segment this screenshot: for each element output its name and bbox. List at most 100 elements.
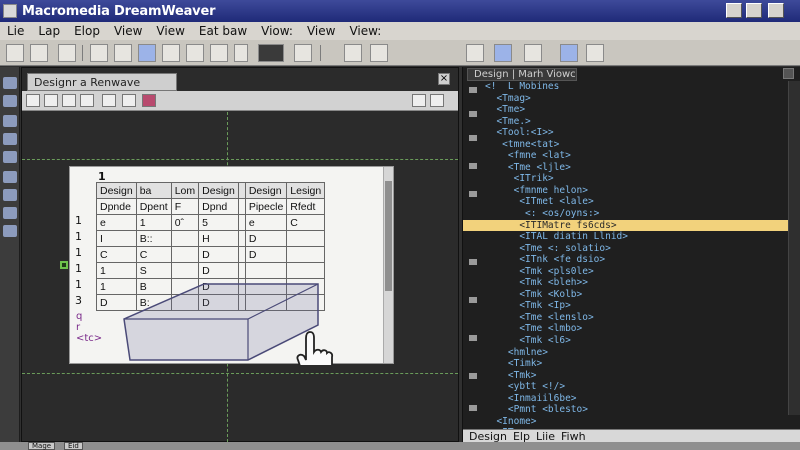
menu-item[interactable]: View: [107, 24, 149, 38]
menu-item[interactable]: View: [149, 24, 191, 38]
frame-icon[interactable]: [122, 94, 136, 107]
link-icon[interactable]: [586, 44, 604, 62]
table-cell[interactable]: [237, 198, 246, 215]
code-line[interactable]: <Tmk <Ip>: [485, 300, 785, 312]
table-cell[interactable]: D: [198, 278, 239, 295]
table-cell[interactable]: C: [135, 246, 172, 263]
status-tab[interactable]: Eid: [64, 442, 83, 450]
table-cell[interactable]: e: [96, 214, 137, 231]
refresh-icon[interactable]: [294, 44, 312, 62]
page-icon[interactable]: [44, 94, 58, 107]
code-line[interactable]: <Timk>: [485, 358, 785, 370]
header-cell[interactable]: Lesign: [286, 182, 326, 199]
code-line[interactable]: <: <os/oyns:>: [485, 208, 785, 220]
move-icon[interactable]: [258, 44, 284, 62]
code-line[interactable]: <! L Mobines: [485, 81, 785, 93]
code-line[interactable]: <fmne <lat>: [485, 150, 785, 162]
save-icon[interactable]: [58, 44, 76, 62]
table-cell[interactable]: D: [96, 294, 137, 311]
eye-tool-icon[interactable]: [3, 207, 17, 219]
code-line[interactable]: <Tme.>: [485, 116, 785, 128]
code-line[interactable]: <Tmag>: [485, 93, 785, 105]
layout-table[interactable]: Design ba Lom Design Design Lesign Dpnde…: [96, 182, 326, 311]
maximize-button[interactable]: [746, 3, 762, 18]
table-cell[interactable]: 1: [96, 278, 137, 295]
table-cell[interactable]: Dpent: [135, 198, 172, 215]
code-line[interactable]: <Inome>: [485, 416, 785, 428]
table-cell[interactable]: [170, 278, 200, 295]
table-cell[interactable]: [286, 262, 326, 279]
menu-item[interactable]: Elop: [67, 24, 107, 38]
table-cell[interactable]: [244, 262, 288, 279]
view-tab[interactable]: Fiwh: [561, 430, 586, 443]
close-code-tab-button[interactable]: [783, 68, 794, 79]
view-tab[interactable]: Liie: [536, 430, 555, 443]
code-line[interactable]: <Tmk <l6>: [485, 335, 785, 347]
table-cell[interactable]: B:: [135, 294, 172, 311]
table-cell[interactable]: [237, 278, 246, 295]
edit-icon[interactable]: [430, 94, 444, 107]
header-cell[interactable]: Design: [198, 182, 239, 199]
code-line[interactable]: <ITmet <lale>: [485, 196, 785, 208]
table-cell[interactable]: Rfedt: [286, 198, 326, 215]
copy-icon[interactable]: [62, 94, 76, 107]
new-doc-icon[interactable]: [26, 94, 40, 107]
code-line[interactable]: <Tmk <Kolb>: [485, 289, 785, 301]
code-line[interactable]: <ITrik>: [485, 173, 785, 185]
table-cell[interactable]: 1: [135, 214, 172, 231]
table-cell[interactable]: [170, 246, 200, 263]
table-cell[interactable]: H: [198, 230, 239, 247]
code-line[interactable]: <ITnk <fe dsio>: [485, 254, 785, 266]
code-line[interactable]: <Tme <ljle>: [485, 162, 785, 174]
dropdown-arrow-icon[interactable]: [234, 44, 248, 62]
scrollbar-thumb[interactable]: [385, 181, 392, 291]
table-icon[interactable]: [162, 44, 180, 62]
design-canvas[interactable]: 1 Design ba Lom Design Design Lesign Dpn…: [69, 166, 394, 365]
cut-icon[interactable]: [90, 44, 108, 62]
header-cell[interactable]: Lom: [170, 182, 200, 199]
tab-design[interactable]: Designr a Renwave: [27, 73, 177, 91]
close-window-button[interactable]: [768, 3, 784, 18]
table-cell[interactable]: B: [135, 278, 172, 295]
move-icon[interactable]: [102, 94, 116, 107]
table-cell[interactable]: [237, 294, 246, 311]
page-properties-icon[interactable]: [494, 44, 512, 62]
table-cell[interactable]: [286, 278, 326, 295]
settings-tool-icon[interactable]: [3, 225, 17, 237]
table-cell[interactable]: D: [244, 230, 288, 247]
table-cell[interactable]: [244, 294, 288, 311]
zoom-icon[interactable]: [466, 44, 484, 62]
table-cell[interactable]: [286, 230, 326, 247]
status-tab[interactable]: Mage: [28, 442, 56, 450]
table-cell[interactable]: [237, 246, 246, 263]
table-cell[interactable]: [237, 262, 246, 279]
table-cell[interactable]: D: [198, 246, 239, 263]
table-cell[interactable]: [170, 262, 200, 279]
resize-handle[interactable]: [60, 261, 68, 269]
menu-item[interactable]: Lie: [0, 24, 31, 38]
shape-tool-icon[interactable]: [3, 189, 17, 201]
code-line[interactable]: <hmlne>: [485, 347, 785, 359]
table-cell[interactable]: [286, 246, 326, 263]
table-cell[interactable]: 5: [198, 214, 239, 231]
new-file-icon[interactable]: [6, 44, 24, 62]
table-cell[interactable]: F: [170, 198, 200, 215]
menu-item[interactable]: View:: [342, 24, 388, 38]
table-cell[interactable]: B::: [135, 230, 172, 247]
link-tool-icon[interactable]: [3, 171, 17, 183]
search-icon[interactable]: [344, 44, 362, 62]
code-line[interactable]: <Tme <lmbo>: [485, 323, 785, 335]
code-line[interactable]: <Tool:<I>>: [485, 127, 785, 139]
highlighted-code-line[interactable]: <ITIMatre fs6cds>: [463, 219, 799, 232]
code-line[interactable]: <fmnme helon>: [485, 185, 785, 197]
code-line[interactable]: <Pmnt <blesto>: [485, 404, 785, 416]
table-cell[interactable]: D: [244, 246, 288, 263]
table-cell[interactable]: 1: [96, 262, 137, 279]
table-cell[interactable]: [170, 294, 200, 311]
table-cell[interactable]: Dpnd: [198, 198, 239, 215]
code-line[interactable]: <Tmk <pls0le>: [485, 266, 785, 278]
table-cell[interactable]: [237, 230, 246, 247]
table-cell[interactable]: C: [286, 214, 326, 231]
header-cell[interactable]: [237, 182, 246, 199]
table-cell[interactable]: C: [96, 246, 137, 263]
